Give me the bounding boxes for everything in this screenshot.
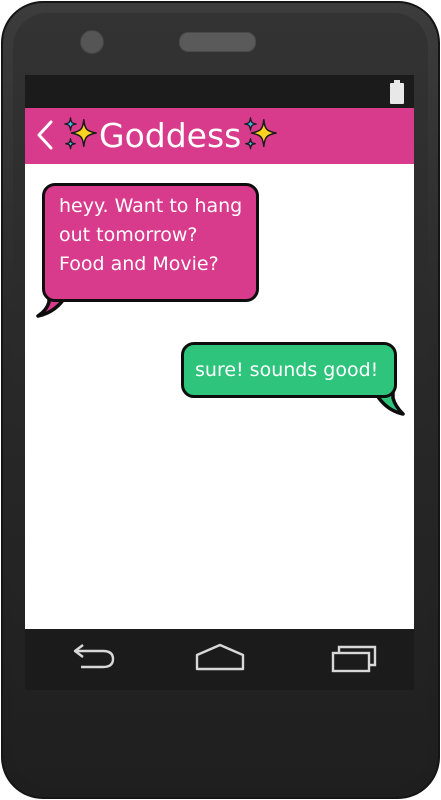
nav-back-icon: [73, 644, 115, 669]
message-line: out tomorrow?: [59, 224, 198, 246]
battery-icon: [390, 80, 404, 104]
message-bubble-incoming[interactable]: heyy. Want to hang out tomorrow? Food an…: [42, 183, 259, 302]
message-line: sure! sounds good!: [195, 359, 379, 381]
chat-header: Goddess: [25, 108, 414, 164]
sparkles-icon: [244, 117, 278, 150]
nav-recents-icon: [331, 645, 377, 673]
message-bubble-outgoing[interactable]: sure! sounds good!: [181, 342, 397, 398]
back-button[interactable]: [33, 118, 57, 152]
contact-name[interactable]: Goddess: [61, 112, 279, 160]
message-list: heyy. Want to hang out tomorrow? Food an…: [25, 164, 414, 629]
chevron-left-icon: [37, 120, 53, 150]
earpiece-speaker: [179, 32, 256, 52]
nav-home-icon: [195, 643, 245, 671]
contact-name-text: Goddess: [99, 116, 242, 155]
message-line: Food and Movie?: [59, 253, 219, 275]
phone-screen: Goddess heyy. Want to hang out tomorrow?…: [25, 75, 414, 690]
nav-recents-button[interactable]: [327, 641, 381, 675]
front-camera: [80, 30, 104, 54]
message-line: heyy. Want to hang: [59, 195, 243, 217]
status-bar: [25, 75, 414, 108]
sparkles-icon: [64, 117, 97, 150]
nav-back-button[interactable]: [67, 641, 121, 675]
navigation-bar: [25, 629, 414, 690]
nav-home-button[interactable]: [193, 641, 247, 675]
